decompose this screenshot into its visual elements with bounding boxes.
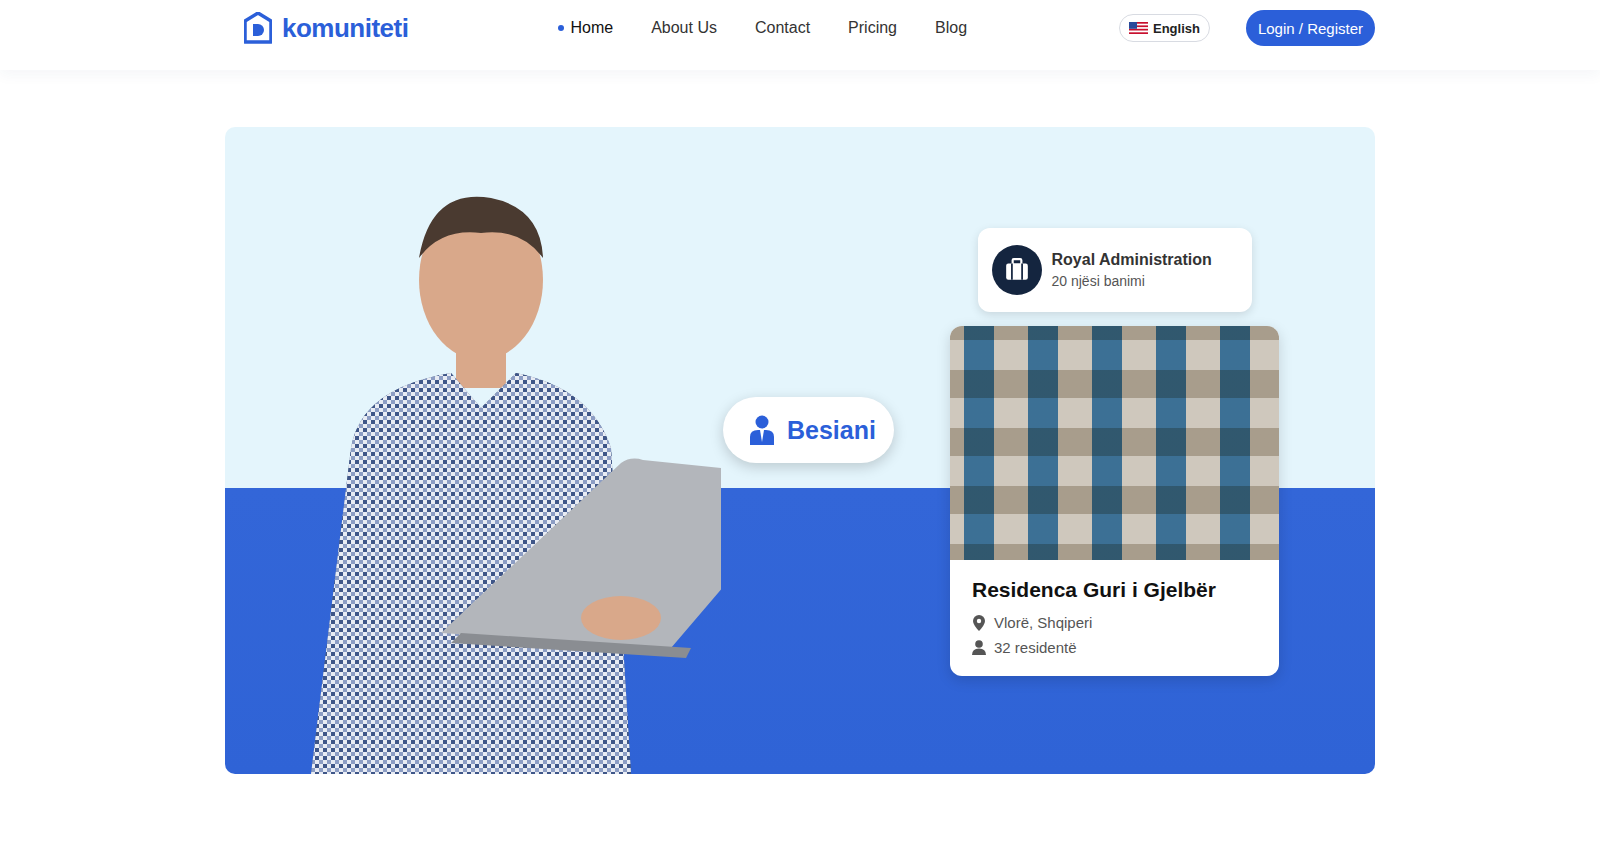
nav-item[interactable]: Blog xyxy=(935,19,967,37)
person-icon xyxy=(972,640,986,655)
building-photo xyxy=(950,326,1279,560)
nav-item[interactable]: Home xyxy=(558,19,613,37)
admin-units: 20 njësi banimi xyxy=(1052,273,1212,289)
cards-column: Royal Administration 20 njësi banimi Resid… xyxy=(950,127,1279,774)
logo-text: komuniteti xyxy=(282,13,408,44)
login-register-button[interactable]: Login / Register xyxy=(1246,10,1375,46)
user-icon xyxy=(749,415,775,445)
user-name: Besiani xyxy=(787,416,876,445)
admin-name: Royal Administration xyxy=(1052,251,1212,269)
person-with-laptop-icon xyxy=(291,188,721,774)
property-location: Vlorë, Shqiperi xyxy=(994,614,1092,631)
language-label: English xyxy=(1153,21,1200,36)
header-actions: English Login / Register xyxy=(1119,10,1375,46)
property-name: Residenca Guri i Gjelbër xyxy=(972,578,1257,602)
house-logo-icon xyxy=(244,12,272,44)
nav-item[interactable]: Pricing xyxy=(848,19,897,37)
header: komuniteti Home About Us Contact Pricing… xyxy=(0,0,1600,70)
nav-item[interactable]: About Us xyxy=(651,19,717,37)
user-badge: Besiani xyxy=(723,397,894,463)
location-pin-icon xyxy=(972,615,986,631)
nav-item[interactable]: Contact xyxy=(755,19,810,37)
language-selector[interactable]: English xyxy=(1119,14,1210,42)
hero-banner: Besiani Royal Administration 20 njësi bani… xyxy=(225,127,1375,774)
admin-card: Royal Administration 20 njësi banimi xyxy=(978,228,1252,312)
page: komuniteti Home About Us Contact Pricing… xyxy=(0,0,1600,848)
active-dot xyxy=(558,25,564,31)
person-photo xyxy=(291,188,721,774)
logo[interactable]: komuniteti xyxy=(225,12,408,44)
property-card[interactable]: Residenca Guri i Gjelbër Vlorë, Shqiperi 3… xyxy=(950,326,1279,676)
briefcase-icon xyxy=(992,245,1042,295)
us-flag-icon xyxy=(1129,22,1148,34)
main-nav: Home About Us Contact Pricing Blog xyxy=(558,19,967,37)
property-residents: 32 residentë xyxy=(994,639,1077,656)
